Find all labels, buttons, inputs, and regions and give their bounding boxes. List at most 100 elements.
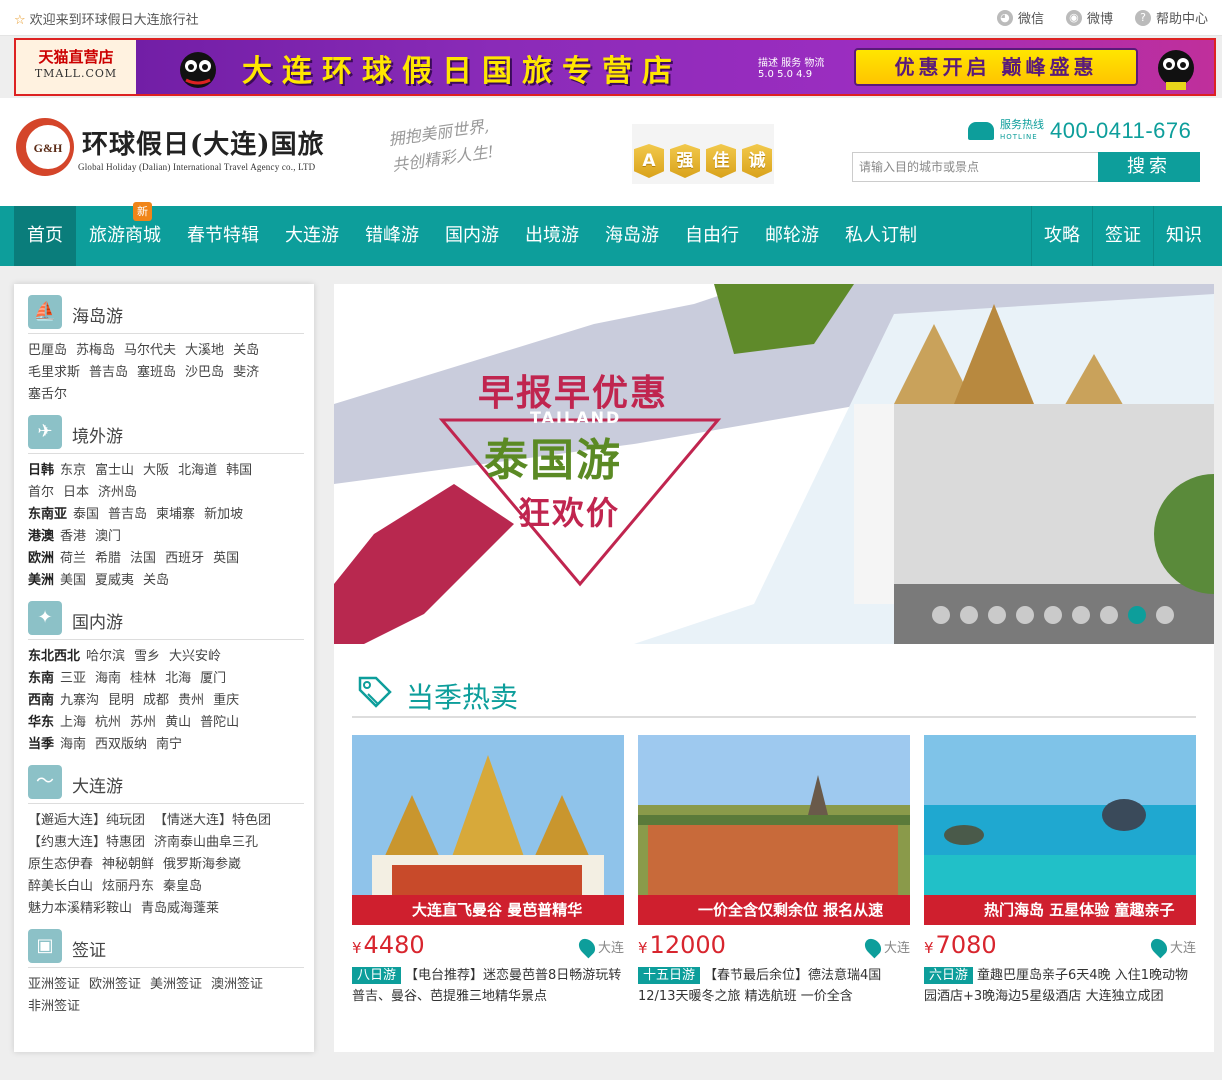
sidebar-row-heading[interactable]: 当季 bbox=[28, 737, 54, 752]
nav-knowledge[interactable]: 知识 bbox=[1153, 206, 1214, 266]
product-description[interactable]: 六日游 童趣巴厘岛亲子6天4晚 入住1晚动物园酒店+3晚海边5星级酒店 大连独立成… bbox=[924, 965, 1196, 1007]
sidebar-link[interactable]: 神秘朝鲜 bbox=[102, 857, 154, 872]
sidebar-link[interactable]: 普吉岛 bbox=[108, 507, 147, 522]
sidebar-link[interactable]: 上海 bbox=[60, 715, 86, 730]
sidebar-link[interactable]: 韩国 bbox=[226, 463, 252, 478]
sidebar-link[interactable]: 夏威夷 bbox=[95, 573, 134, 588]
slider-dot[interactable] bbox=[960, 606, 978, 624]
sidebar-link[interactable]: 【约惠大连】特惠团 bbox=[28, 835, 145, 850]
sidebar-row-heading[interactable]: 西南 bbox=[28, 693, 54, 708]
sidebar-link[interactable]: 马尔代夫 bbox=[124, 343, 176, 358]
sidebar-link[interactable]: 南宁 bbox=[156, 737, 182, 752]
nav-custom[interactable]: 私人订制 bbox=[832, 206, 930, 266]
sidebar-link[interactable]: 富士山 bbox=[95, 463, 134, 478]
sidebar-link[interactable]: 东京 bbox=[60, 463, 86, 478]
sidebar-row-heading[interactable]: 港澳 bbox=[28, 529, 54, 544]
sidebar-link[interactable]: 杭州 bbox=[95, 715, 121, 730]
sidebar-link[interactable]: 柬埔寨 bbox=[156, 507, 195, 522]
sidebar-link[interactable]: 黄山 bbox=[165, 715, 191, 730]
sidebar-link[interactable]: 济南泰山曲阜三孔 bbox=[154, 835, 258, 850]
sidebar-link[interactable]: 北海 bbox=[165, 671, 191, 686]
product-card[interactable]: 大连直飞曼谷 曼芭普精华 ¥4480 大连 八日游 【电台推荐】迷恋曼芭普8日畅游… bbox=[352, 735, 624, 1007]
sidebar-link[interactable]: 大兴安岭 bbox=[169, 649, 221, 664]
sidebar-link[interactable]: 三亚 bbox=[60, 671, 86, 686]
sidebar-link[interactable]: 济州岛 bbox=[98, 485, 137, 500]
sidebar-link[interactable]: 【情迷大连】特色团 bbox=[154, 813, 271, 828]
sidebar-link[interactable]: 西双版纳 bbox=[95, 737, 147, 752]
product-image[interactable]: 大连直飞曼谷 曼芭普精华 bbox=[352, 735, 624, 925]
sidebar-link[interactable]: 重庆 bbox=[213, 693, 239, 708]
nav-island[interactable]: 海岛游 bbox=[592, 206, 672, 266]
sidebar-row-heading[interactable]: 华东 bbox=[28, 715, 54, 730]
sidebar-link[interactable]: 塞班岛 bbox=[137, 365, 176, 380]
sidebar-link[interactable]: 雪乡 bbox=[134, 649, 160, 664]
wechat-link[interactable]: ◕ 微信 bbox=[996, 8, 1044, 27]
tmall-banner[interactable]: 天猫直营店 TMALL.COM 大连环球假日国旅专营店 描述 服务 物流 5.0 5… bbox=[14, 38, 1216, 96]
sidebar-link[interactable]: 澳洲签证 bbox=[211, 977, 263, 992]
sidebar-link[interactable]: 美洲签证 bbox=[150, 977, 202, 992]
product-card[interactable]: 热门海岛 五星体验 童趣亲子 ¥7080 大连 六日游 童趣巴厘岛亲子6天4晚 入… bbox=[924, 735, 1196, 1007]
slider-dot[interactable] bbox=[1128, 606, 1146, 624]
sidebar-link[interactable]: 桂林 bbox=[130, 671, 156, 686]
sidebar-link[interactable]: 毛里求斯 bbox=[28, 365, 80, 380]
slider-dot[interactable] bbox=[988, 606, 1006, 624]
sidebar-link[interactable]: 日本 bbox=[63, 485, 89, 500]
nav-spring-festival[interactable]: 春节特辑 bbox=[174, 206, 272, 266]
slider-dot[interactable] bbox=[1016, 606, 1034, 624]
sidebar-link[interactable]: 关岛 bbox=[233, 343, 259, 358]
sidebar-link[interactable]: 魅力本溪精彩鞍山 bbox=[28, 901, 132, 916]
nav-self-guided[interactable]: 自由行 bbox=[672, 206, 752, 266]
slider-dot[interactable] bbox=[1156, 606, 1174, 624]
sidebar-link[interactable]: 非洲签证 bbox=[28, 999, 80, 1014]
sidebar-link[interactable]: 沙巴岛 bbox=[185, 365, 224, 380]
search-button[interactable]: 搜索 bbox=[1098, 152, 1200, 182]
sidebar-link[interactable]: 首尔 bbox=[28, 485, 54, 500]
sidebar-row-heading[interactable]: 东北西北 bbox=[28, 649, 80, 664]
sidebar-link[interactable]: 大阪 bbox=[143, 463, 169, 478]
product-description[interactable]: 八日游 【电台推荐】迷恋曼芭普8日畅游玩转普吉、曼谷、芭提雅三地精华景点 bbox=[352, 965, 624, 1007]
nav-cruise[interactable]: 邮轮游 bbox=[752, 206, 832, 266]
sidebar-link[interactable]: 北海道 bbox=[178, 463, 217, 478]
product-card[interactable]: 一价全含仅剩余位 报名从速 ¥12000 大连 十五日游 【春节最后余位】德法意瑞… bbox=[638, 735, 910, 1007]
sidebar-link[interactable]: 青岛威海蓬莱 bbox=[141, 901, 219, 916]
slider-dot[interactable] bbox=[1072, 606, 1090, 624]
sidebar-link[interactable]: 塞舌尔 bbox=[28, 387, 67, 402]
sidebar-link[interactable]: 法国 bbox=[130, 551, 156, 566]
slider-dot[interactable] bbox=[1100, 606, 1118, 624]
nav-outbound[interactable]: 出境游 bbox=[512, 206, 592, 266]
logo-text[interactable]: 环球假日(大连)国旅 bbox=[82, 124, 325, 161]
weibo-link[interactable]: ◉ 微博 bbox=[1065, 8, 1113, 27]
sidebar-row-heading[interactable]: 东南 bbox=[28, 671, 54, 686]
sidebar-link[interactable]: 哈尔滨 bbox=[86, 649, 125, 664]
sidebar-section-header[interactable]: ▣ 签证 bbox=[28, 926, 304, 968]
nav-guide[interactable]: 攻略 bbox=[1031, 206, 1092, 266]
sidebar-link[interactable]: 澳门 bbox=[95, 529, 121, 544]
nav-off-peak[interactable]: 错峰游 bbox=[352, 206, 432, 266]
sidebar-link[interactable]: 英国 bbox=[213, 551, 239, 566]
sidebar-link[interactable]: 希腊 bbox=[95, 551, 121, 566]
sidebar-section-header[interactable]: 〜 大连游 bbox=[28, 762, 304, 804]
sidebar-link[interactable]: 原生态伊春 bbox=[28, 857, 93, 872]
sidebar-link[interactable]: 美国 bbox=[60, 573, 86, 588]
sidebar-link[interactable]: 欧洲签证 bbox=[89, 977, 141, 992]
sidebar-link[interactable]: 成都 bbox=[143, 693, 169, 708]
logo-icon[interactable]: G&H bbox=[14, 116, 76, 178]
nav-domestic[interactable]: 国内游 bbox=[432, 206, 512, 266]
sidebar-link[interactable]: 泰国 bbox=[73, 507, 99, 522]
sidebar-link[interactable]: 西班牙 bbox=[165, 551, 204, 566]
sidebar-link[interactable]: 普陀山 bbox=[200, 715, 239, 730]
help-link[interactable]: ? 帮助中心 bbox=[1134, 8, 1208, 27]
sidebar-link[interactable]: 巴厘岛 bbox=[28, 343, 67, 358]
sidebar-row-heading[interactable]: 日韩 bbox=[28, 463, 54, 478]
nav-home[interactable]: 首页 bbox=[14, 206, 76, 266]
nav-mall[interactable]: 旅游商城新 bbox=[76, 202, 174, 266]
sidebar-section-header[interactable]: ✦ 国内游 bbox=[28, 598, 304, 640]
sidebar-link[interactable]: 斐济 bbox=[233, 365, 259, 380]
sidebar-link[interactable]: 荷兰 bbox=[60, 551, 86, 566]
sidebar-link[interactable]: 炫丽丹东 bbox=[102, 879, 154, 894]
sidebar-link[interactable]: 海南 bbox=[60, 737, 86, 752]
nav-visa[interactable]: 签证 bbox=[1092, 206, 1153, 266]
sidebar-link[interactable]: 苏梅岛 bbox=[76, 343, 115, 358]
nav-dalian[interactable]: 大连游 bbox=[272, 206, 352, 266]
sidebar-link[interactable]: 醉美长白山 bbox=[28, 879, 93, 894]
